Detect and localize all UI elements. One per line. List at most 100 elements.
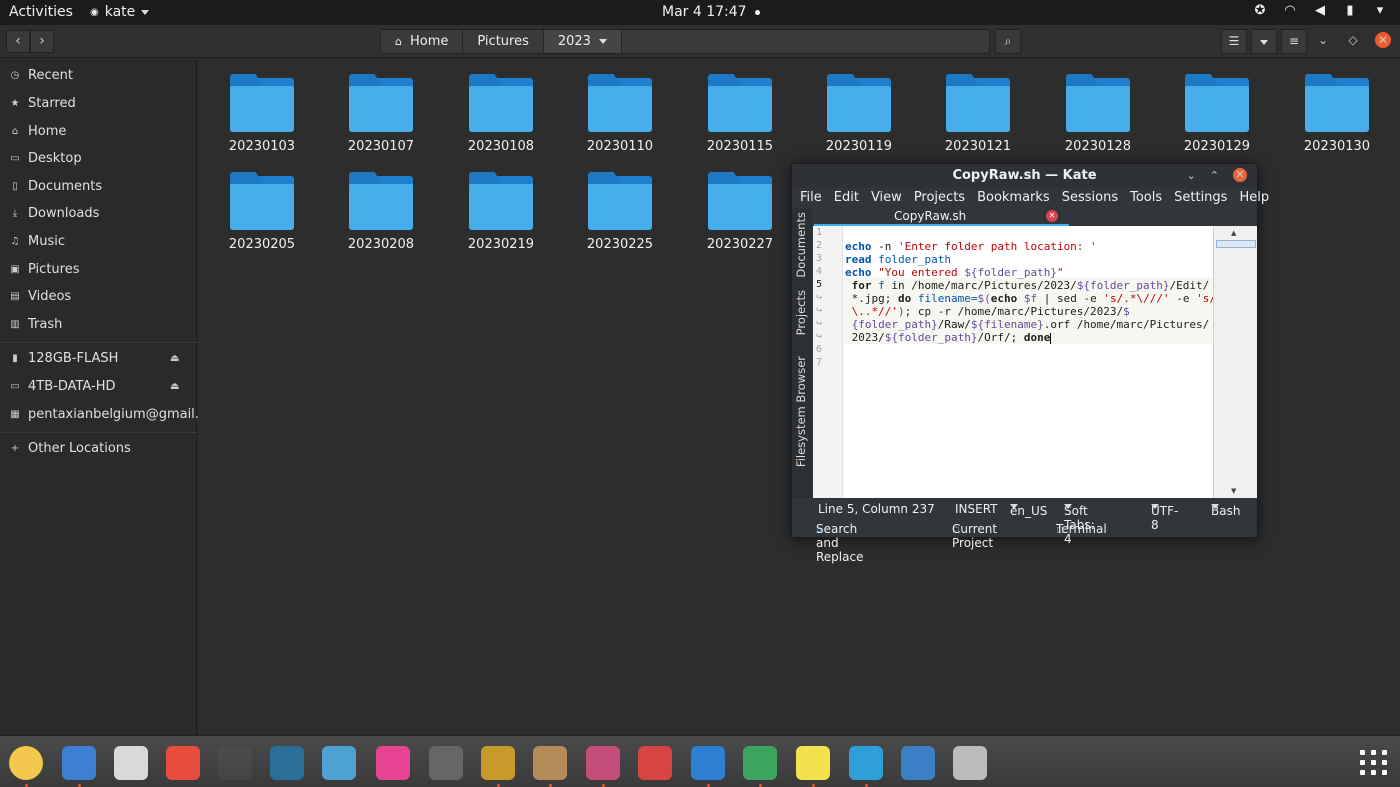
power-menu-icon[interactable]: ▾ xyxy=(1372,3,1388,19)
scroll-up-icon[interactable]: ▲ xyxy=(1231,229,1236,237)
breadcrumb-2023[interactable]: 2023 xyxy=(543,30,622,53)
sidebar-item-pictures[interactable]: ▣ Pictures xyxy=(10,259,79,279)
network-drive-icon: ▦ xyxy=(10,408,20,420)
books-icon[interactable] xyxy=(270,746,304,780)
main-menu-button[interactable]: ≡ xyxy=(1281,29,1307,54)
side-tab-documents[interactable]: Documents xyxy=(794,212,808,278)
notes-icon[interactable] xyxy=(796,746,830,780)
chevron-down-icon xyxy=(1010,504,1018,509)
folder-item[interactable]: 20230130 xyxy=(1275,59,1394,154)
breadcrumb-home[interactable]: ⌂ Home xyxy=(381,30,464,53)
help-icon[interactable] xyxy=(166,746,200,780)
folder-item[interactable]: 20230107 xyxy=(319,59,438,154)
sidebar-item-home[interactable]: ⌂ Home xyxy=(10,121,67,141)
kate-titlebar[interactable]: CopyRaw.sh — Kate ⌄ ⌃ ✕ xyxy=(792,164,1257,188)
blank-icon[interactable] xyxy=(218,746,252,780)
input-mode[interactable]: INSERT xyxy=(955,502,998,516)
menu-settings[interactable]: Settings xyxy=(1168,188,1233,208)
close-window-button[interactable]: ✕ xyxy=(1233,168,1247,182)
menu-projects[interactable]: Projects xyxy=(908,188,971,208)
folder-item[interactable]: 20230208 xyxy=(319,157,438,252)
folder-label: 20230107 xyxy=(347,139,415,154)
app-grid-icon[interactable] xyxy=(1356,746,1390,780)
folder-item[interactable]: 20230108 xyxy=(439,59,558,154)
color-icon[interactable] xyxy=(376,746,410,780)
rhythmbox-icon[interactable] xyxy=(114,746,148,780)
sdcard-icon[interactable] xyxy=(638,746,672,780)
sidebar-item-4tb-data-hd[interactable]: ▭ 4TB-DATA-HD xyxy=(10,376,115,396)
menu-file[interactable]: File xyxy=(792,188,828,208)
sidebar-item-starred[interactable]: ★ Starred xyxy=(10,93,76,113)
folder-item[interactable]: 20230129 xyxy=(1155,59,1274,154)
cursor-position[interactable]: Line 5, Column 237 xyxy=(818,502,935,516)
scanner-icon[interactable] xyxy=(429,746,463,780)
folder-item[interactable]: 20230119 xyxy=(797,59,916,154)
sidebar-item-music[interactable]: ♫ Music xyxy=(10,231,65,251)
folder-item[interactable]: 20230103 xyxy=(200,59,319,154)
eject-icon[interactable]: ⏏ xyxy=(170,381,179,392)
system-tray[interactable]: ✪ ◠ ◀ ▮ ▾ xyxy=(1252,3,1388,19)
sidebar-item-documents[interactable]: ▯ Documents xyxy=(10,176,102,196)
side-tab-projects[interactable]: Projects xyxy=(794,290,808,335)
sidebar-item-online-account[interactable]: ▦ pentaxianbelgium@gmail.... xyxy=(10,404,211,424)
sidebar-item-recent[interactable]: ◷ Recent xyxy=(10,65,73,85)
search-button[interactable]: ⌕ xyxy=(995,29,1021,54)
close-window-button[interactable]: ✕ xyxy=(1375,32,1391,48)
thunderbird-icon[interactable] xyxy=(691,746,725,780)
breadcrumb-pictures[interactable]: Pictures xyxy=(463,30,544,53)
sidebar-item-desktop[interactable]: ▭ Desktop xyxy=(10,148,81,168)
sidebar-item-other-locations[interactable]: + Other Locations xyxy=(10,438,131,458)
clock[interactable]: Mar 4 17:47 xyxy=(662,4,760,20)
side-tab-filesystem-browser[interactable]: Filesystem Browser xyxy=(794,356,808,467)
close-tab-button[interactable]: ✕ xyxy=(1046,210,1058,222)
menu-edit[interactable]: Edit xyxy=(828,188,865,208)
minimap-scrollbar[interactable]: ▲ ▼ xyxy=(1213,226,1257,498)
minimize-icon[interactable]: ⌄ xyxy=(1187,169,1196,182)
activities-button[interactable]: Activities xyxy=(9,4,73,20)
forward-button[interactable]: › xyxy=(30,30,54,53)
disk-usage-icon[interactable] xyxy=(9,746,43,780)
folder-item[interactable]: 20230128 xyxy=(1036,59,1155,154)
wifi-icon[interactable]: ◠ xyxy=(1282,3,1298,19)
sidebar-item-videos[interactable]: ▤ Videos xyxy=(10,286,71,306)
gimp-icon[interactable] xyxy=(322,746,356,780)
accessibility-icon[interactable]: ✪ xyxy=(1252,3,1268,19)
folder-item[interactable]: 20230121 xyxy=(916,59,1035,154)
sidebar-item-downloads[interactable]: ⤓ Downloads xyxy=(10,203,100,223)
menu-bookmarks[interactable]: Bookmarks xyxy=(971,188,1056,208)
folder-item[interactable]: 20230115 xyxy=(678,59,797,154)
battery-icon[interactable]: ▮ xyxy=(1342,3,1358,19)
sidebar-item-128gb-flash[interactable]: ▮ 128GB-FLASH xyxy=(10,348,118,368)
volume-icon[interactable]: ◀ xyxy=(1312,3,1328,19)
menu-view[interactable]: View xyxy=(865,188,908,208)
folder-item[interactable]: 20230225 xyxy=(558,157,677,252)
back-button[interactable]: ‹ xyxy=(6,30,30,53)
menu-tools[interactable]: Tools xyxy=(1124,188,1168,208)
drive-icon[interactable] xyxy=(953,746,987,780)
view-toggle-button[interactable]: ☰ xyxy=(1221,29,1247,54)
kate-icon[interactable] xyxy=(849,746,883,780)
tab-copyraw[interactable]: CopyRaw.sh ✕ xyxy=(814,208,1069,226)
folder-item[interactable]: 20230227 xyxy=(678,157,797,252)
files-icon[interactable] xyxy=(62,746,96,780)
code-editor[interactable]: 1 2 3 4 5 ↪ ↪ ↪ ↪ 6 7 echo -n 'Enter fol… xyxy=(813,226,1216,498)
scroll-down-icon[interactable]: ▼ xyxy=(1231,487,1236,495)
sidebar-item-trash[interactable]: ▥ Trash xyxy=(10,314,62,334)
app-menu[interactable]: ◉ kate xyxy=(90,4,150,20)
shotwell-icon[interactable] xyxy=(586,746,620,780)
view-options-button[interactable] xyxy=(1251,29,1277,54)
menu-help[interactable]: Help xyxy=(1233,188,1275,208)
chrome-icon[interactable] xyxy=(743,746,777,780)
maximize-icon[interactable]: ⌃ xyxy=(1210,169,1219,182)
folder-item[interactable]: 20230205 xyxy=(200,157,319,252)
minimap-thumb[interactable] xyxy=(1216,240,1256,248)
menu-sessions[interactable]: Sessions xyxy=(1056,188,1124,208)
photos-icon[interactable] xyxy=(533,746,567,780)
folder-item[interactable]: 20230219 xyxy=(439,157,558,252)
brasero-icon[interactable] xyxy=(481,746,515,780)
minimize-icon[interactable]: ⌄ xyxy=(1315,33,1331,47)
usb-icon[interactable] xyxy=(901,746,935,780)
maximize-icon[interactable]: ◇ xyxy=(1345,33,1361,47)
eject-icon[interactable]: ⏏ xyxy=(170,353,179,364)
folder-item[interactable]: 20230110 xyxy=(558,59,677,154)
